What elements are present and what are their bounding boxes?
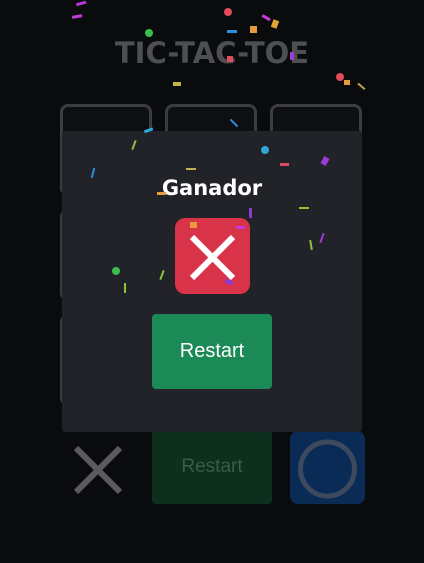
player-o-indicator <box>290 431 365 504</box>
restart-button[interactable]: Restart <box>152 314 272 389</box>
winner-heading: Ganador <box>161 176 263 200</box>
x-icon <box>189 234 236 281</box>
game-title: TIC-TAC-TOE <box>114 36 310 70</box>
winner-badge <box>175 218 250 294</box>
player-x-indicator <box>68 440 128 500</box>
x-icon <box>73 445 123 495</box>
footer-restart-button[interactable]: Restart <box>152 430 272 504</box>
o-icon <box>298 439 357 499</box>
